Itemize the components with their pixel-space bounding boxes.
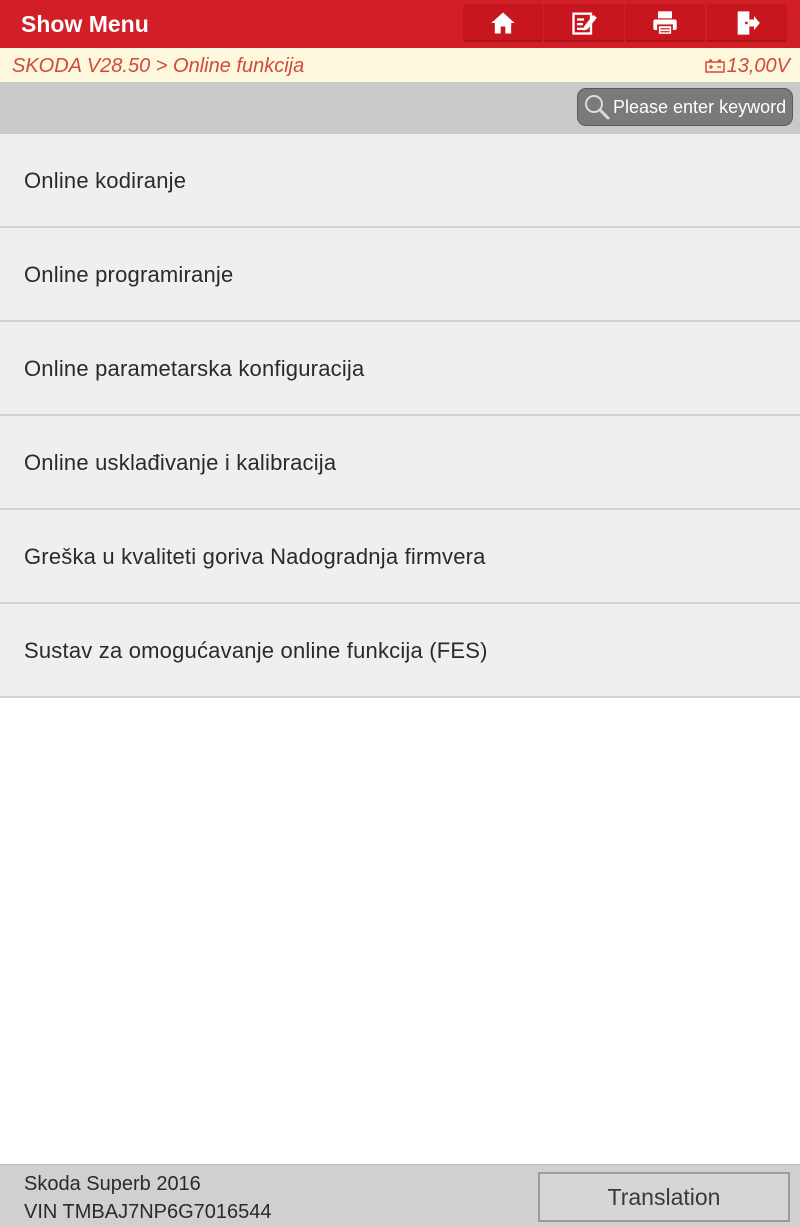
breadcrumb: SKODA V28.50 > Online funkcija [12,55,305,77]
menu-item-online-parameter-configuration[interactable]: Online parametarska konfiguracija [0,322,800,416]
menu-item-online-coding[interactable]: Online kodiranje [0,134,800,228]
menu-item-online-programming[interactable]: Online programiranje [0,228,800,322]
translation-button[interactable]: Translation [538,1172,790,1222]
menu-item-label: Sustav za omogućavanje online funkcija (… [24,638,488,663]
menu-item-label: Online usklađivanje i kalibracija [24,450,337,475]
page-title: Show Menu [21,11,149,37]
vehicle-model: Skoda Superb 2016 [24,1173,201,1195]
menu-item-fes[interactable]: Sustav za omogućavanje online funkcija (… [0,604,800,698]
vehicle-vin: VIN TMBAJ7NP6G7016544 [24,1201,272,1223]
menu-item-label: Online parametarska konfiguracija [24,356,365,381]
voltage-value: 13,00V [726,55,790,77]
menu-item-label: Greška u kvaliteti goriva Nadogradnja fi… [24,544,486,569]
battery-voltage: 13,00V [704,48,790,84]
exit-icon [737,11,760,35]
menu-item-label: Online kodiranje [24,168,187,193]
edit-report-button[interactable] [544,4,624,42]
breadcrumb-bar: SKODA V28.50 > Online funkcija 13,00V [0,48,800,82]
search-bar [0,82,800,134]
print-button[interactable] [625,4,705,42]
menu-item-fuel-quality-firmware-update[interactable]: Greška u kvaliteti goriva Nadogradnja fi… [0,510,800,604]
search-input[interactable] [611,96,789,118]
bottom-bar: Skoda Superb 2016 VIN TMBAJ7NP6G7016544 … [0,1164,800,1226]
battery-icon [704,59,725,73]
function-menu-list: Online kodiranje Online programiranje On… [0,134,800,698]
home-button[interactable] [463,4,543,42]
home-icon [491,12,515,34]
menu-item-online-adaptation-calibration[interactable]: Online usklađivanje i kalibracija [0,416,800,510]
print-icon [653,11,677,36]
top-bar: Show Menu [0,0,800,48]
menu-item-label: Online programiranje [24,262,234,287]
exit-button[interactable] [707,4,787,42]
edit-report-icon [572,12,597,35]
search-box[interactable] [577,88,793,126]
search-icon [585,95,610,120]
